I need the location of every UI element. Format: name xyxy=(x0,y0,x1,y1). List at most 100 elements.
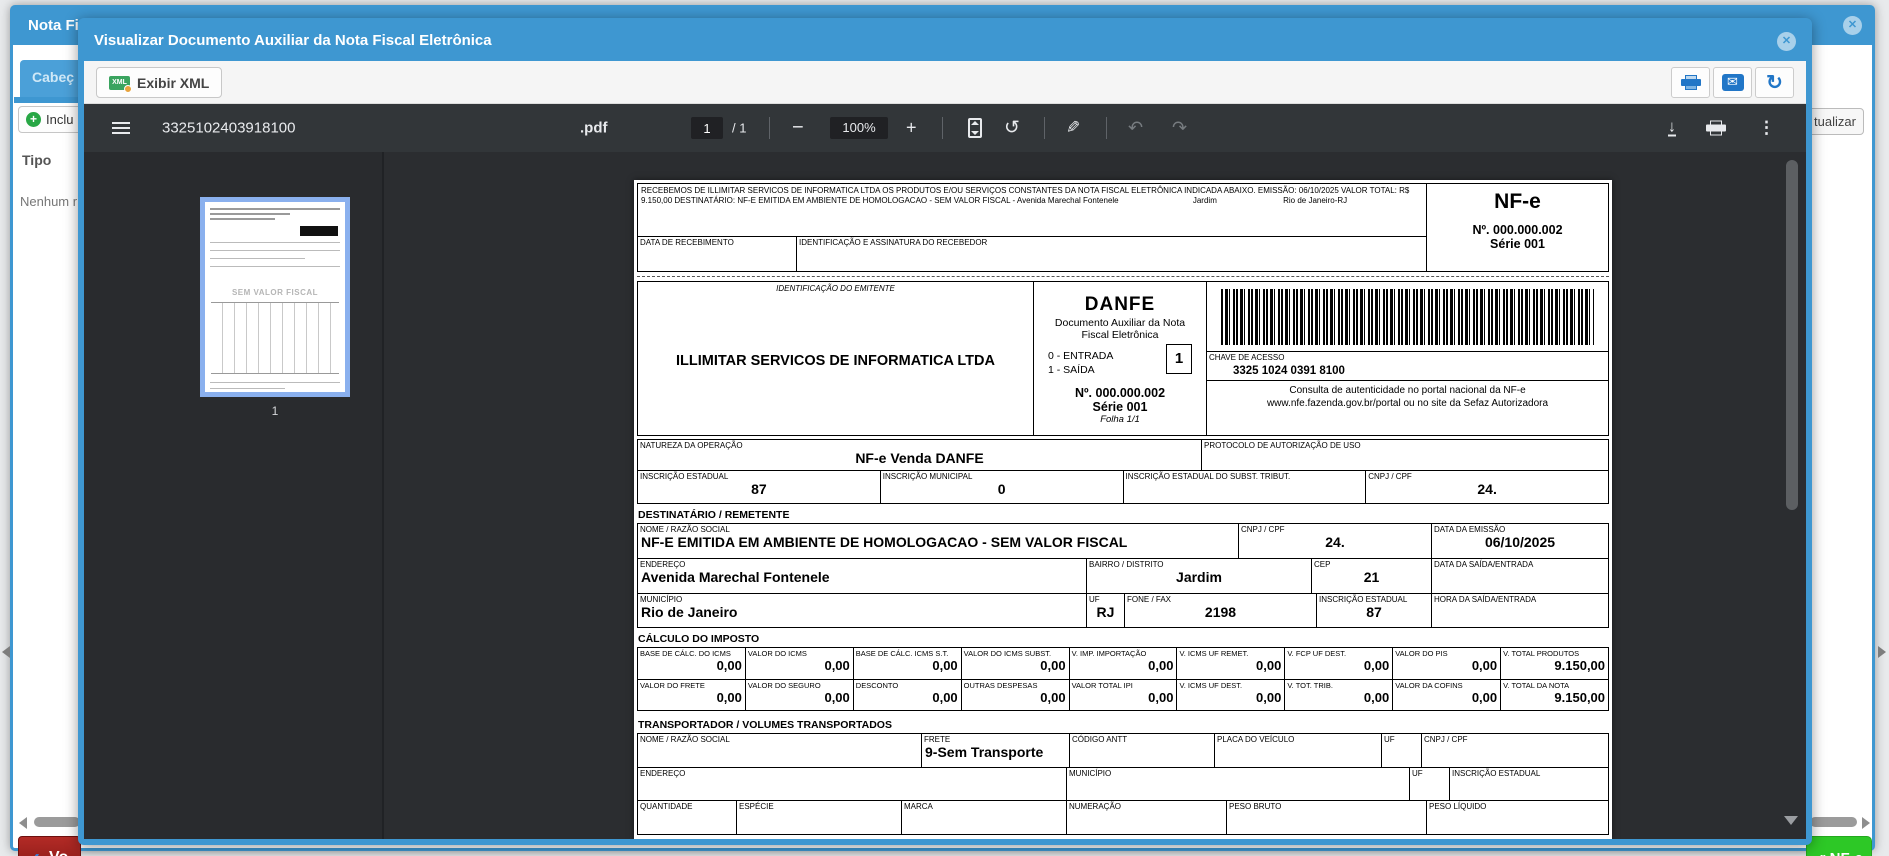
thumbnail-watermark: SEM VALOR FISCAL xyxy=(205,288,345,297)
hscroll-thumb-left[interactable] xyxy=(34,817,80,827)
natureza-operacao-valor: NF-e Venda DANFE xyxy=(638,451,1201,466)
rotate-icon[interactable]: ↺ xyxy=(1004,117,1020,140)
refresh-button[interactable]: ↻ xyxy=(1755,67,1794,98)
destinatario-section-header: DESTINATÁRIO / REMETENTE xyxy=(638,509,1609,521)
imposto-cell: BASE DE CÁLC. ICMS S.T. 0,00 xyxy=(853,648,961,679)
window-close-icon[interactable]: ✕ xyxy=(1843,16,1862,35)
redo-icon[interactable]: ↷ xyxy=(1172,118,1187,139)
hscroll-right-arrow-icon[interactable] xyxy=(1862,817,1870,829)
exibir-xml-button[interactable]: XML Exibir XML xyxy=(96,67,222,98)
volume-cell: PESO BRUTO xyxy=(1226,801,1426,834)
download-icon[interactable]: ↓ xyxy=(1668,120,1676,137)
pdf-toolbar: 3325102403918100 .pdf / 1 − 100% + ↺ ✎ ↶… xyxy=(84,104,1806,152)
danfe-canhoto: RECEBEMOS DE ILLIMITAR SERVICOS DE INFOR… xyxy=(637,183,1609,272)
tipo-operacao-box: 1 xyxy=(1166,344,1192,374)
voltar-button[interactable]: ‹ Vo xyxy=(18,836,81,856)
tab-cabecalho[interactable]: Cabeç xyxy=(20,60,82,97)
emitente-nome: ILLIMITAR SERVICOS DE INFORMATICA LTDA xyxy=(638,353,1033,369)
tipo-column-header: Tipo xyxy=(22,152,51,168)
page-scroll-right-arrow-icon[interactable] xyxy=(1878,646,1886,658)
email-button[interactable]: ✉ xyxy=(1713,67,1752,98)
destinatario-cep: 21 xyxy=(1312,570,1431,585)
undo-icon[interactable]: ↶ xyxy=(1128,118,1143,139)
modal-close-icon[interactable]: ✕ xyxy=(1777,32,1796,51)
menu-icon[interactable] xyxy=(112,122,130,134)
thumbnail-barcode xyxy=(300,226,338,236)
danfe-viewer-modal: Visualizar Documento Auxiliar da Nota Fi… xyxy=(78,18,1812,845)
empty-list-text: Nenhum r xyxy=(20,194,77,209)
pdf-vscrollbar-thumb[interactable] xyxy=(1786,160,1798,510)
imposto-cell: VALOR DO FRETE 0,00 xyxy=(638,680,745,710)
annotate-pen-icon[interactable]: ✎ xyxy=(1066,118,1080,138)
data-emissao: 06/10/2025 xyxy=(1432,535,1608,550)
thumbnail-page-number: 1 xyxy=(200,404,350,418)
xml-file-icon: XML xyxy=(109,76,130,90)
inscricao-cell: INSCRIÇÃO MUNICIPAL 0 xyxy=(880,471,1123,503)
nfe-submit-button[interactable]: r NF-e xyxy=(1806,836,1872,856)
assinatura-recebedor-label: IDENTIFICAÇÃO E ASSINATURA DO RECEBEDOR xyxy=(797,237,1426,248)
imposto-cell: VALOR DO ICMS 0,00 xyxy=(745,648,853,679)
imposto-cell: V. TOTAL PRODUTOS 9.150,00 xyxy=(1500,648,1608,679)
more-options-icon[interactable]: ⋮ xyxy=(1758,118,1775,138)
pdf-filename: 3325102403918100 xyxy=(162,120,295,137)
frete-modalidade: 9-Sem Transporte xyxy=(922,745,1069,760)
modal-toolbar: XML Exibir XML ✉ ↻ xyxy=(84,61,1806,104)
canhoto-nfe-box: NF-e Nº. 000.000.002 Série 001 xyxy=(1426,184,1608,271)
pdf-scroll-down-arrow-icon[interactable] xyxy=(1784,816,1798,825)
volume-cell: QUANTIDADE xyxy=(638,801,736,834)
danfe-document: RECEBEMOS DE ILLIMITAR SERVICOS DE INFOR… xyxy=(634,180,1612,839)
imposto-cell: V. TOT. TRIB. 0,00 xyxy=(1284,680,1392,710)
page-scroll-left-arrow-icon[interactable] xyxy=(2,646,10,658)
print-button[interactable] xyxy=(1671,67,1710,98)
chevron-left-icon: ‹ xyxy=(32,848,40,856)
imposto-cell: V. FCP UF DEST. 0,00 xyxy=(1284,648,1392,679)
pdf-print-icon[interactable] xyxy=(1706,121,1726,136)
canhoto-separator xyxy=(637,272,1609,277)
zoom-level[interactable]: 100% xyxy=(830,117,888,139)
printer-icon xyxy=(1681,75,1701,90)
fit-page-icon[interactable] xyxy=(968,118,982,138)
hscroll-left-arrow-icon[interactable] xyxy=(19,817,27,829)
imposto-cell: V. IMP. IMPORTAÇÃO 0,00 xyxy=(1069,648,1177,679)
data-recebimento-label: DATA DE RECEBIMENTO xyxy=(638,237,796,248)
chave-acesso-box: CHAVE DE ACESSO 3325 1024 0391 8100 Cons… xyxy=(1206,282,1608,435)
imposto-cell: BASE DE CÁLC. DO ICMS 0,00 xyxy=(638,648,745,679)
destinatario-nome: NF-E EMITIDA EM AMBIENTE DE HOMOLOGACAO … xyxy=(638,535,1238,550)
danfe-destinatario-block: NOME / RAZÃO SOCIAL NF-E EMITIDA EM AMBI… xyxy=(637,523,1609,628)
plus-icon: + xyxy=(26,112,41,127)
voltar-button-label: Vo xyxy=(49,849,68,856)
pdf-extension: .pdf xyxy=(580,120,608,137)
imposto-cell: V. ICMS UF DEST. 0,00 xyxy=(1176,680,1284,710)
volume-cell: NUMERAÇÃO xyxy=(1066,801,1226,834)
canhoto-recebemos-text: RECEBEMOS DE ILLIMITAR SERVICOS DE INFOR… xyxy=(638,184,1426,237)
atualizar-button[interactable]: tualizar xyxy=(1806,108,1864,135)
thumbnail-preview: SEM VALOR FISCAL xyxy=(205,202,345,392)
imposto-cell: DESCONTO 0,00 xyxy=(853,680,961,710)
imposto-cell: VALOR DO SEGURO 0,00 xyxy=(745,680,853,710)
exibir-xml-label: Exibir XML xyxy=(137,75,209,91)
zoom-in-button[interactable]: + xyxy=(906,118,917,139)
incluir-button-label: Inclu xyxy=(46,112,73,127)
protocolo-label: PROTOCOLO DE AUTORIZAÇÃO DE USO xyxy=(1202,440,1608,451)
destinatario-municipio: Rio de Janeiro xyxy=(638,605,1086,620)
page-number-input[interactable] xyxy=(691,117,723,139)
danfe-title-box: DANFE Documento Auxiliar da Nota Fiscal … xyxy=(1033,282,1206,435)
destinatario-cnpj: 24. xyxy=(1239,535,1431,550)
destinatario-fone: 2198 xyxy=(1125,605,1316,620)
destinatario-endereco: Avenida Marechal Fontenele xyxy=(638,570,1086,585)
modal-title: Visualizar Documento Auxiliar da Nota Fi… xyxy=(94,32,492,49)
imposto-cell: V. TOTAL DA NOTA 9.150,00 xyxy=(1500,680,1608,710)
danfe-imposto-block: BASE DE CÁLC. DO ICMS 0,00 VALOR DO ICMS… xyxy=(637,647,1609,711)
tab-strip xyxy=(14,97,80,103)
chave-acesso-label: CHAVE DE ACESSO xyxy=(1207,352,1608,363)
hscroll-thumb-right[interactable] xyxy=(1810,817,1857,827)
imposto-section-header: CÁLCULO DO IMPOSTO xyxy=(638,633,1609,645)
imposto-cell: V. ICMS UF REMET. 0,00 xyxy=(1176,648,1284,679)
destinatario-bairro: Jardim xyxy=(1087,570,1311,585)
danfe-transportador-block: NOME / RAZÃO SOCIAL FRETE 9-Sem Transpor… xyxy=(637,733,1609,835)
consulta-autenticidade: Consulta de autenticidade no portal naci… xyxy=(1207,380,1608,413)
zoom-out-button[interactable]: − xyxy=(792,117,804,140)
page-thumbnail[interactable]: SEM VALOR FISCAL xyxy=(200,197,350,397)
inscricao-cell: INSCRIÇÃO ESTADUAL 87 xyxy=(638,471,880,503)
page-total: / 1 xyxy=(732,121,746,136)
